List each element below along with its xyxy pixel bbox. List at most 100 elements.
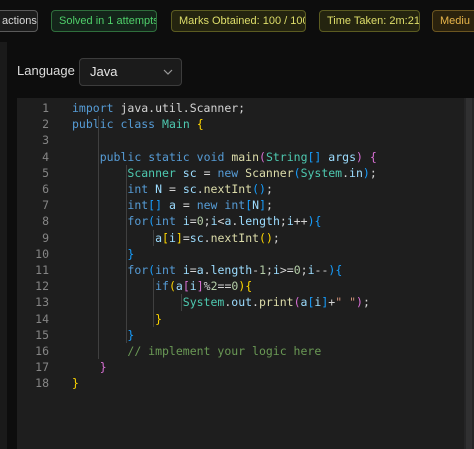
language-selected-value: Java [90,64,118,79]
marks-badge: Marks Obtained: 100 / 100 [171,10,306,32]
indent-guide [97,116,99,360]
left-panel-edge [0,42,7,449]
code-token: ; [266,198,273,213]
line-number: 7 [42,198,49,213]
code-token: { [335,263,343,277]
code-token: i [189,279,197,294]
difficulty-badge: Mediu [432,10,474,32]
code-token: ; [272,230,280,245]
code-token: a [175,279,183,294]
code-token: int [127,198,149,213]
code-line: a[i]=sc.nextInt(); [72,230,280,246]
code-token: int [127,182,149,196]
line-number: 16 [35,344,49,358]
code-token: if [155,279,169,294]
code-token: >= [279,263,294,277]
code-token: [ [182,279,190,294]
code-token: } [155,311,163,326]
line-number: 17 [35,360,49,375]
code-token: String [265,149,308,164]
code-token: [] [307,149,322,164]
line-number: 3 [42,133,49,148]
code-token: int [155,263,176,277]
editor-scrollbar[interactable] [464,98,474,449]
code-token: = [182,230,190,245]
time-taken-badge: Time Taken: 2m:21s [319,10,420,32]
code-token: = [175,198,197,213]
code-token: = [189,214,197,229]
code-token: () [252,182,266,196]
code-line: for(int i=0;i<a.length;i++){ [72,213,321,229]
code-token: static [148,149,190,164]
code-token: = [189,263,197,277]
line-number: 1 [42,101,49,115]
code-token: N [155,182,163,196]
code-token: 1 [259,263,266,277]
code-token: i [210,214,218,229]
code-token: ( [168,279,176,294]
code-token: public [99,149,142,164]
code-token: } [99,360,107,375]
code-token: == [217,279,232,294]
code-token: new [217,165,239,180]
code-token: ; [300,263,308,277]
indent-guide [181,294,183,311]
line-number: 15 [35,327,49,342]
code-token: a [196,263,204,277]
line-number: 4 [42,149,49,164]
code-token: % [203,279,211,294]
code-editor[interactable]: 1 2 3 4 5 6 7 8 9 10 11 12 13 14 15 16 17 18 import java.… [17,98,474,449]
code-token: ) [356,295,363,310]
code-token: ; [203,214,211,229]
code-token: nextInt [203,182,253,196]
code-line: } [72,311,162,327]
code-token: main [231,149,260,164]
code-token: " " [335,295,357,310]
code-token: { [245,279,253,294]
code-token: int [224,198,246,213]
code-token: new [196,198,218,213]
code-token: ] [175,230,183,245]
code-token: java.util.Scanner; [113,101,246,115]
code-token: ) [362,165,370,180]
code-token: } [127,246,135,261]
code-line: Scanner sc = new Scanner(System.in); [72,165,376,181]
code-token: i [182,214,190,229]
code-token: nextInt [210,230,260,245]
line-number: 6 [42,182,49,196]
code-token: ++ [293,214,308,229]
code-token: ] [196,279,204,294]
code-line: int[] a = new int[N]; [72,197,273,213]
code-token: [ [162,230,169,245]
code-token: ( [259,149,266,164]
code-token: ; [279,214,287,229]
line-number: 10 [35,246,49,261]
code-line: int N = sc.nextInt(); [72,181,273,197]
code-token: print [258,295,294,310]
language-select[interactable]: Java [79,58,182,86]
code-token: sc [182,165,197,180]
code-token: out [231,295,253,310]
actions-button[interactable]: actions [0,10,38,32]
code-token: System [182,295,225,310]
code-token: i [168,230,176,245]
indent-guide [125,164,127,343]
indent-guide [153,278,155,327]
code-token: . [342,165,350,180]
line-number: 8 [42,214,49,229]
code-line: } [72,375,79,391]
